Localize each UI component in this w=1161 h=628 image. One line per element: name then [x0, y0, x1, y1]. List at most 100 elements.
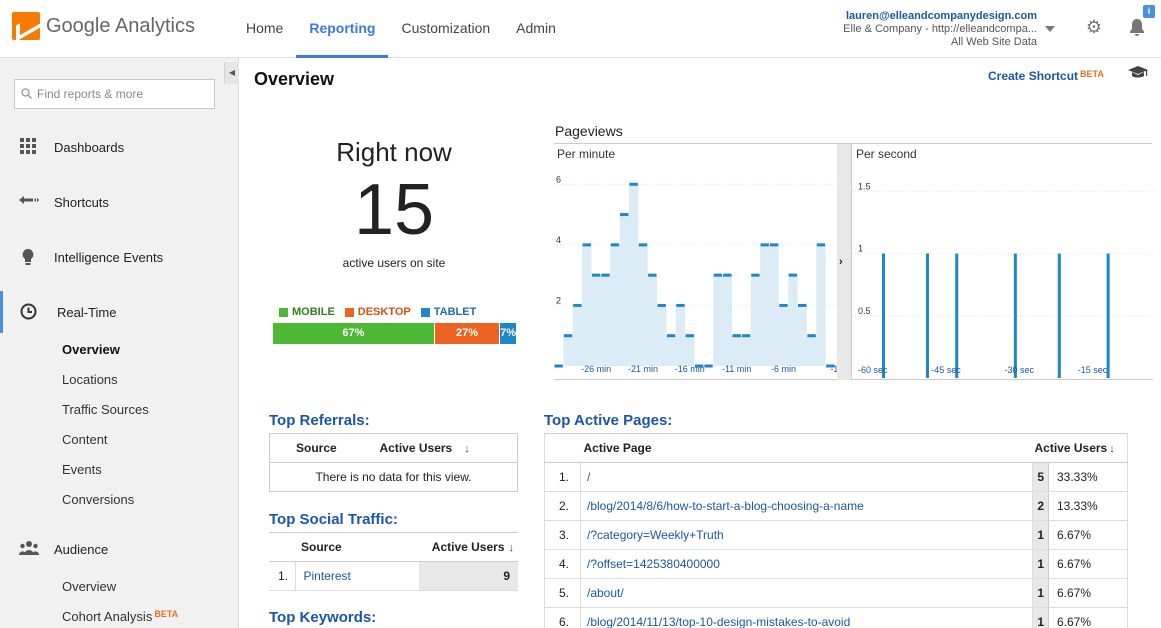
col-active-users[interactable]: Active Users ↓: [419, 532, 518, 562]
sidebar-item-dashboards[interactable]: Dashboards: [0, 126, 224, 168]
per-minute-svg: 2 4 6 -26 min -21 min -16 min -11 min -6 min -1: [554, 144, 838, 380]
active-page-link[interactable]: /blog/2014/8/6/how-to-start-a-blog-choos…: [580, 491, 1033, 521]
nav-tab-home[interactable]: Home: [233, 0, 296, 58]
account-selector[interactable]: lauren@elleandcompanydesign.com Elle & C…: [843, 10, 1037, 49]
nav-tab-admin[interactable]: Admin: [503, 0, 569, 58]
x-tick-label: -16 min: [675, 364, 705, 374]
sidebar-sub-traffic-sources[interactable]: Traffic Sources: [62, 402, 149, 417]
active-page-link[interactable]: /?category=Weekly+Truth: [580, 520, 1033, 550]
empty-message: There is no data for this view.: [269, 462, 518, 492]
row-number: 3.: [544, 520, 581, 550]
sidebar-item-real-time[interactable]: Real-Time: [0, 291, 224, 333]
second-bar[interactable]: [955, 253, 959, 378]
nav-tab-reporting[interactable]: Reporting: [296, 0, 389, 58]
minute-bar[interactable]: [713, 273, 723, 277]
active-page-link[interactable]: /blog/2014/11/13/top-10-design-mistakes-…: [580, 607, 1033, 628]
minute-bar[interactable]: [591, 273, 601, 277]
col-active-users[interactable]: Active Users ↓: [1032, 433, 1128, 463]
col-active-page[interactable]: Active Page: [580, 433, 1033, 463]
graduation-cap-icon[interactable]: [1128, 66, 1148, 80]
second-bar[interactable]: [882, 253, 885, 378]
nav-tab-customization[interactable]: Customization: [388, 0, 503, 58]
social-source-link[interactable]: Pinterest: [294, 561, 419, 591]
table-row: 6./blog/2014/11/13/top-10-design-mistake…: [544, 607, 1128, 628]
minute-bar[interactable]: [563, 334, 573, 338]
account-dropdown-icon[interactable]: [1045, 26, 1055, 32]
active-page-link[interactable]: /: [580, 462, 1033, 492]
social-users-value: 9: [419, 561, 518, 591]
sidebar-sub-content[interactable]: Content: [62, 432, 108, 447]
minute-bar[interactable]: [741, 334, 751, 338]
minute-bar[interactable]: [769, 243, 779, 247]
minute-bar[interactable]: [760, 243, 769, 247]
minute-bar[interactable]: [573, 303, 582, 307]
create-shortcut-label: Create Shortcut: [988, 69, 1079, 83]
minute-bar[interactable]: [779, 303, 788, 307]
minute-bar[interactable]: [704, 364, 713, 368]
minute-bar[interactable]: [638, 243, 648, 247]
minute-bar[interactable]: [666, 334, 676, 338]
col-active-users-label: Active Users: [379, 441, 453, 455]
second-bar[interactable]: [925, 253, 929, 378]
x-tick-label: -30 sec: [1005, 365, 1035, 375]
sidebar-item-shortcuts[interactable]: Shortcuts: [0, 181, 224, 223]
minute-bar[interactable]: [816, 243, 826, 247]
minute-bar[interactable]: [620, 213, 629, 217]
shortcut-arrow-icon: [19, 193, 39, 211]
chart-scroll-divider[interactable]: ›: [837, 144, 851, 380]
notification-badge[interactable]: i: [1143, 5, 1155, 18]
col-source[interactable]: Source: [295, 532, 419, 562]
minute-bar[interactable]: [610, 243, 620, 247]
minute-bar[interactable]: [685, 334, 694, 338]
app-logo[interactable]: Google Analytics: [12, 12, 195, 40]
top-keywords-title: Top Keywords:: [269, 609, 377, 626]
x-tick-label: -15 sec: [1078, 365, 1108, 375]
minute-bar[interactable]: [751, 273, 760, 277]
page-title: Overview: [254, 69, 335, 89]
bell-icon[interactable]: [1129, 18, 1147, 36]
page-users-value: 1: [1032, 607, 1049, 628]
col-active-users-label: Active Users: [431, 540, 505, 554]
minute-bar[interactable]: [788, 273, 798, 277]
minute-bar[interactable]: [648, 273, 657, 277]
minute-bar[interactable]: [723, 273, 732, 277]
search-input[interactable]: [37, 87, 207, 101]
col-source[interactable]: Source: [269, 433, 380, 463]
active-page-link[interactable]: /about/: [580, 578, 1033, 608]
row-number: 1.: [269, 561, 295, 591]
sidebar-sub-locations[interactable]: Locations: [62, 372, 118, 387]
active-page-link[interactable]: /?offset=1425380400000: [580, 549, 1033, 579]
minute-bar[interactable]: [554, 364, 563, 368]
second-bar[interactable]: [1106, 253, 1110, 378]
minute-bar[interactable]: [732, 334, 741, 338]
minute-bar[interactable]: [629, 182, 638, 186]
x-tick-label: -6 min: [771, 364, 796, 374]
collapse-sidebar-button[interactable]: ◀: [224, 62, 239, 84]
col-active-users[interactable]: Active Users ↓: [379, 433, 518, 463]
sidebar-item-audience[interactable]: Audience: [0, 528, 224, 570]
sidebar-sub-audience-overview[interactable]: Overview: [62, 579, 116, 594]
sidebar-item-intelligence-events[interactable]: Intelligence Events: [0, 236, 224, 278]
page-users-value: 2: [1032, 491, 1049, 521]
minute-bar[interactable]: [798, 303, 807, 307]
second-bar[interactable]: [1057, 253, 1061, 378]
sidebar-sub-realtime-overview[interactable]: Overview: [62, 342, 120, 357]
minute-bar[interactable]: [601, 273, 610, 277]
sidebar-sub-conversions[interactable]: Conversions: [62, 492, 134, 507]
sidebar-item-label: Dashboards: [54, 139, 125, 155]
create-shortcut-link[interactable]: Create Shortcut BETA: [988, 69, 1104, 83]
table-header: Source Active Users ↓: [269, 532, 518, 562]
minute-bar[interactable]: [657, 303, 666, 307]
minute-bar[interactable]: [582, 243, 591, 247]
minute-bar[interactable]: [807, 334, 816, 338]
find-reports-search[interactable]: [14, 79, 215, 109]
minute-bar[interactable]: [676, 303, 685, 307]
page-users-value: 1: [1032, 578, 1049, 608]
sidebar-sub-events[interactable]: Events: [62, 462, 102, 477]
sidebar-sub-cohort-analysis[interactable]: Cohort Analysis BETA: [62, 609, 178, 624]
second-bar[interactable]: [1013, 253, 1017, 378]
table-header: Source Active Users ↓: [269, 433, 518, 463]
sort-down-icon: ↓: [508, 542, 515, 554]
gear-icon[interactable]: ⚙: [1085, 18, 1103, 36]
row-number: 4.: [544, 549, 581, 579]
